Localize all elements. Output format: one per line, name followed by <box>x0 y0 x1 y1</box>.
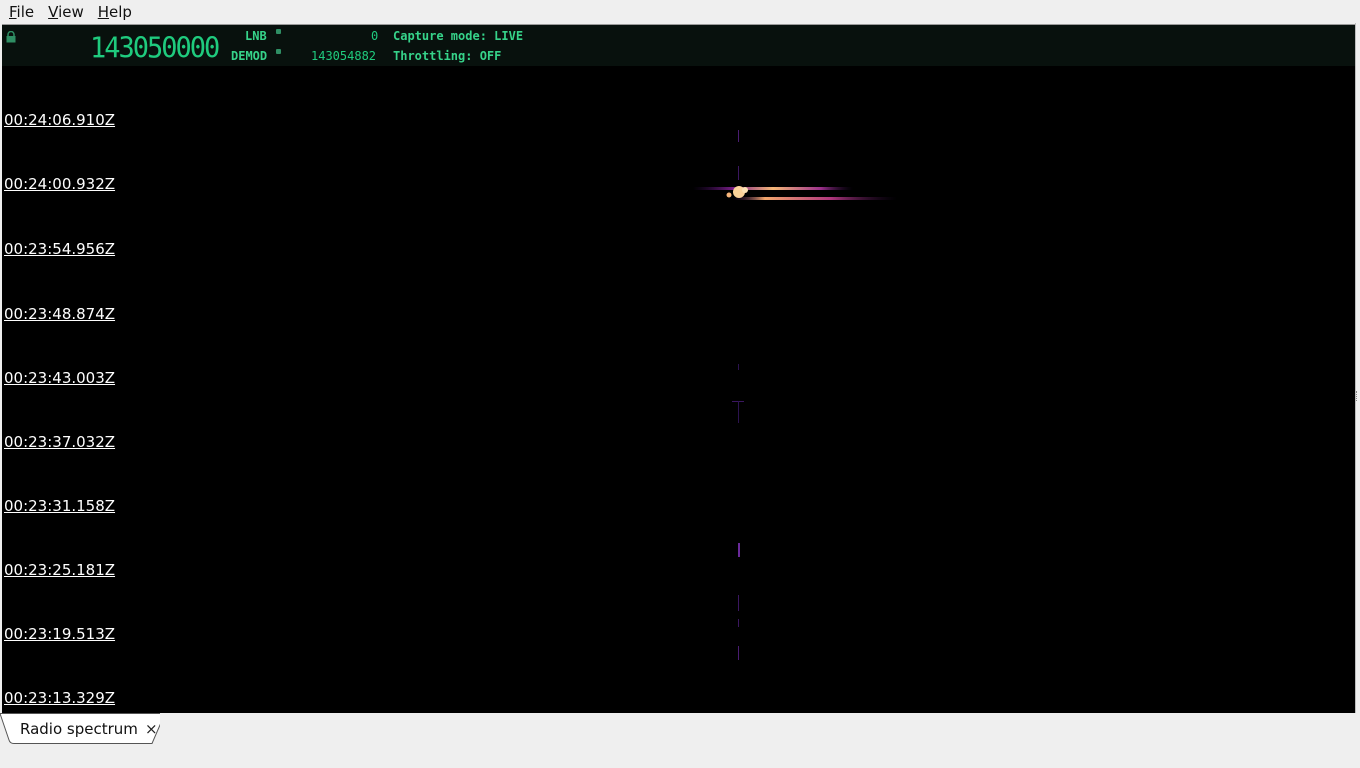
receiver-header: 143050000 LNB 0 DEMOD 143054882 Capture … <box>2 25 1356 66</box>
capture-mode-status: Capture mode: LIVE <box>393 29 524 43</box>
menu-bar: File View Help <box>0 0 1360 23</box>
timestamp-label[interactable]: 00:23:43.003Z <box>4 369 115 387</box>
menu-file[interactable]: File <box>4 3 39 21</box>
throttling-status: Throttling: OFF <box>393 49 502 63</box>
spectrum-panel: 143050000 LNB 0 DEMOD 143054882 Capture … <box>2 24 1356 714</box>
timestamp-label[interactable]: 00:23:37.032Z <box>4 433 115 451</box>
lnb-lock-icon[interactable] <box>276 29 281 34</box>
timestamp-label[interactable]: 00:23:19.513Z <box>4 625 115 643</box>
waterfall-signal <box>693 130 897 660</box>
demod-label: DEMOD <box>231 49 268 63</box>
tab-bar: Radio spectrum × <box>0 713 1360 768</box>
demod-value[interactable]: 143054882 <box>311 49 376 63</box>
lnb-label: LNB <box>245 29 267 43</box>
timestamp-label[interactable]: 00:23:25.181Z <box>4 561 115 579</box>
demod-lock-icon[interactable] <box>276 49 281 54</box>
close-icon[interactable]: × <box>145 720 158 738</box>
timestamp-label[interactable]: 00:24:06.910Z <box>4 111 115 129</box>
panel-resize-edge[interactable] <box>1355 23 1360 713</box>
lnb-value[interactable]: 0 <box>371 29 378 43</box>
timestamp-label[interactable]: 00:24:00.932Z <box>4 175 115 193</box>
lock-icon[interactable] <box>6 31 16 43</box>
timestamp-label[interactable]: 00:23:13.329Z <box>4 689 115 707</box>
waterfall-view[interactable]: 00:24:06.910Z 00:24:00.932Z 00:23:54.956… <box>2 66 1356 714</box>
frequency-display[interactable]: 143050000 <box>90 32 220 65</box>
resize-grip-icon[interactable] <box>1356 391 1359 401</box>
timestamp-label[interactable]: 00:23:48.874Z <box>4 305 115 323</box>
tab-radio-spectrum[interactable]: Radio spectrum × <box>0 713 168 744</box>
timestamp-label[interactable]: 00:23:31.158Z <box>4 497 115 515</box>
timestamp-label[interactable]: 00:23:54.956Z <box>4 240 115 258</box>
menu-help[interactable]: Help <box>93 3 137 21</box>
tab-label: Radio spectrum <box>20 720 138 738</box>
menu-view[interactable]: View <box>43 3 89 21</box>
